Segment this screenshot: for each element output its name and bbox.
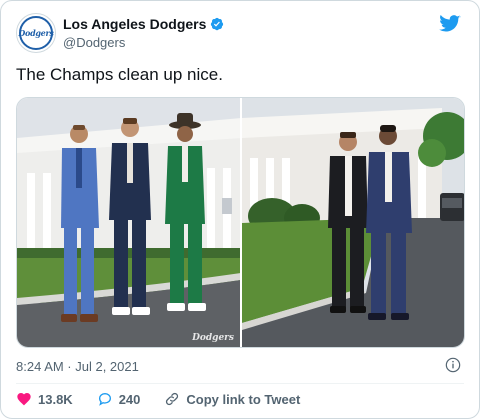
tweet-media[interactable]: Dodgers xyxy=(16,97,465,348)
reply-bubble-icon xyxy=(98,392,111,406)
twitter-bird-icon[interactable] xyxy=(439,15,461,33)
tweet-actions: 13.8K 240 Copy link to Tweet xyxy=(16,391,324,407)
tweet-timestamp[interactable]: 8:24 AM · Jul 2, 2021 xyxy=(16,359,139,374)
divider xyxy=(16,383,464,384)
display-name[interactable]: Los Angeles Dodgers xyxy=(63,16,206,32)
like-button[interactable]: 13.8K xyxy=(16,391,73,407)
tweet-text: The Champs clean up nice. xyxy=(16,65,223,84)
heart-icon xyxy=(17,393,31,406)
tweet-card: Dodgers Los Angeles Dodgers @Dodgers The… xyxy=(0,0,480,419)
avatar[interactable]: Dodgers xyxy=(16,13,56,53)
verified-badge-icon xyxy=(211,17,224,31)
photo-right-scene xyxy=(242,98,464,347)
dodgers-logo: Dodgers xyxy=(18,16,54,50)
reply-button[interactable]: 240 xyxy=(97,391,141,407)
copy-link-label: Copy link to Tweet xyxy=(186,391,301,407)
photo-two-players[interactable] xyxy=(242,98,464,347)
info-icon[interactable] xyxy=(445,357,461,373)
like-count: 13.8K xyxy=(38,391,73,407)
handle[interactable]: @Dodgers xyxy=(63,35,125,50)
photo-left-scene xyxy=(17,98,240,347)
link-icon xyxy=(166,392,179,406)
copy-link-button[interactable]: Copy link to Tweet xyxy=(164,391,300,407)
photo-three-players[interactable]: Dodgers xyxy=(17,98,240,347)
display-name-row[interactable]: Los Angeles Dodgers xyxy=(63,16,224,32)
dodgers-watermark: Dodgers xyxy=(192,333,234,343)
reply-count: 240 xyxy=(118,391,141,407)
